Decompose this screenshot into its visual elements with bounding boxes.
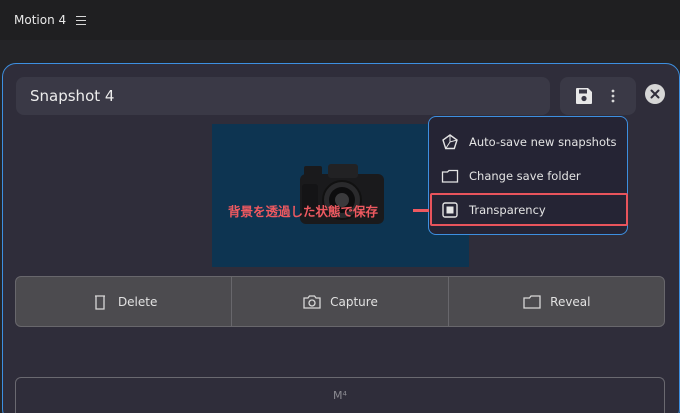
- camera-icon: [303, 294, 321, 309]
- menu-item-transparency[interactable]: Transparency: [429, 195, 626, 225]
- save-icon[interactable]: [574, 86, 594, 106]
- app-header: Motion 4: [0, 0, 680, 40]
- hamburger-menu-icon[interactable]: [76, 15, 87, 25]
- annotation-text: 背景を透過した状態で保存: [228, 204, 379, 219]
- snapshot-name-value: Snapshot 4: [30, 87, 115, 105]
- more-options-icon[interactable]: [608, 87, 618, 105]
- capture-label: Capture: [330, 294, 378, 309]
- menu-item-auto-save[interactable]: Auto-save new snapshots: [429, 127, 626, 157]
- bottom-label: M⁴: [333, 389, 347, 402]
- bottom-label-field: M⁴: [15, 377, 665, 413]
- menu-item-label: Transparency: [469, 203, 546, 217]
- save-actions: [560, 77, 636, 115]
- close-button[interactable]: [645, 84, 665, 104]
- app-title: Motion 4: [14, 13, 67, 27]
- menu-item-label: Change save folder: [469, 169, 581, 183]
- reveal-label: Reveal: [550, 294, 591, 309]
- capture-button[interactable]: Capture: [232, 277, 449, 326]
- annotation-pointer: [413, 209, 429, 212]
- close-icon: [650, 89, 660, 99]
- snapshot-action-bar: Delete Capture Reveal: [15, 276, 665, 327]
- delete-button[interactable]: Delete: [16, 277, 233, 326]
- folder-icon: [441, 169, 459, 183]
- transparency-checkbox-icon: [442, 202, 458, 218]
- options-menu: Auto-save new snapshots Change save fold…: [428, 116, 628, 235]
- menu-item-label: Auto-save new snapshots: [469, 135, 617, 149]
- trash-icon: [94, 294, 105, 310]
- snapshot-name-field[interactable]: Snapshot 4: [16, 77, 550, 115]
- reveal-button[interactable]: Reveal: [449, 277, 664, 326]
- delete-label: Delete: [117, 294, 158, 309]
- folder-icon: [523, 294, 541, 309]
- pentagon-icon: [442, 134, 458, 150]
- menu-item-change-folder[interactable]: Change save folder: [429, 161, 626, 191]
